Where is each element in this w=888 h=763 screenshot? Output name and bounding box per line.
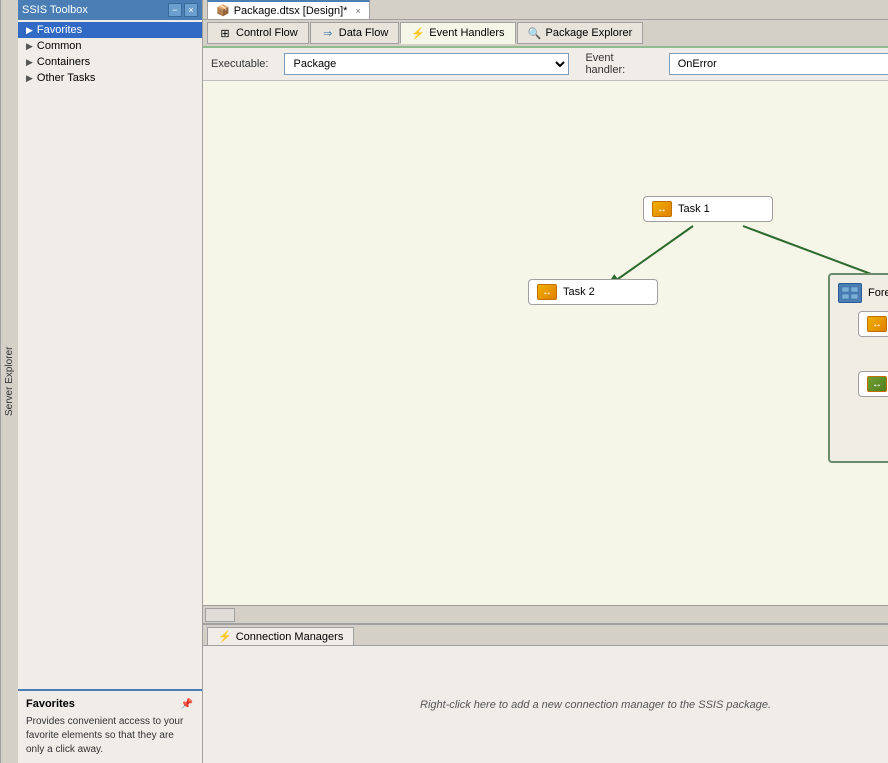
sidebar-item-containers[interactable]: ▶ Containers	[18, 54, 202, 70]
sidebar-content: ▶ Favorites ▶ Common ▶ Containers ▶ Othe…	[18, 20, 202, 689]
horizontal-scrollbar[interactable]	[203, 605, 888, 623]
task-4-icon	[867, 376, 887, 392]
task-node-4[interactable]: Task 4	[858, 371, 888, 397]
foreach-icon	[838, 283, 862, 303]
task-2-icon	[537, 284, 557, 300]
executable-select[interactable]: Package	[284, 53, 569, 75]
tab-control-flow[interactable]: ⊞ Control Flow	[207, 22, 309, 44]
sidebar-bottom-title: Favorites 📌	[26, 697, 194, 711]
sidebar-arrow-favorites: ▶	[26, 25, 33, 36]
bottom-tab-connection-managers[interactable]: ⚡ Connection Managers	[207, 627, 354, 645]
sidebar-title: SSIS Toolbox	[22, 4, 88, 16]
package-tab-close[interactable]: ×	[355, 6, 360, 16]
sidebar-bottom-title-text: Favorites	[26, 698, 75, 710]
h-scroll-thumb[interactable]	[205, 608, 235, 622]
sidebar-label-containers: Containers	[37, 56, 90, 68]
task-node-3[interactable]: Task 3	[858, 311, 888, 337]
package-tab-icon: 📦	[216, 4, 230, 17]
tab-control-flow-label: Control Flow	[236, 27, 298, 39]
left-sidebar: SSIS Toolbox − × ▶ Favorites ▶ Common ▶ …	[18, 0, 203, 763]
server-explorer-strip[interactable]: Server Explorer	[0, 0, 18, 763]
bottom-tabs: ⚡ Connection Managers	[203, 625, 888, 646]
tab-package-explorer-label: Package Explorer	[546, 27, 633, 39]
sidebar-item-favorites[interactable]: ▶ Favorites	[18, 22, 202, 38]
event-handler-icon: ⚡	[411, 26, 425, 40]
package-tab[interactable]: 📦 Package.dtsx [Design]* ×	[207, 0, 370, 19]
sidebar-arrow-common: ▶	[26, 41, 33, 52]
connection-managers-label: Connection Managers	[236, 631, 344, 643]
foreach-title: Foreach Loop Container	[838, 283, 888, 303]
sidebar-item-other-tasks[interactable]: ▶ Other Tasks	[18, 70, 202, 86]
design-tabs: ⊞ Control Flow ⇒ Data Flow ⚡ Event Handl…	[203, 20, 888, 48]
tab-event-handlers-label: Event Handlers	[429, 27, 504, 39]
task-node-1[interactable]: Task 1	[643, 196, 773, 222]
sidebar-label-other-tasks: Other Tasks	[37, 72, 96, 84]
tab-event-handlers[interactable]: ⚡ Event Handlers	[400, 22, 515, 44]
package-tab-bar: 📦 Package.dtsx [Design]* × ◄ ► ✕	[203, 0, 888, 20]
connection-managers-empty-text: Right-click here to add a new connection…	[420, 699, 771, 711]
event-handler-label: Event handler:	[585, 52, 652, 76]
sidebar-bottom-pin-btn[interactable]: 📌	[180, 697, 194, 711]
sidebar-pin-btn[interactable]: −	[168, 3, 182, 17]
sidebar-bottom-desc: Provides convenient access to your favor…	[26, 715, 194, 757]
data-flow-icon: ⇒	[321, 26, 335, 40]
sidebar-bottom: Favorites 📌 Provides convenient access t…	[18, 689, 202, 763]
main-container: Server Explorer SSIS Toolbox − × ▶ Favor…	[0, 0, 888, 763]
main-design: 📦 Package.dtsx [Design]* × ◄ ► ✕ ⊞ Contr…	[203, 0, 888, 763]
task-3-icon	[867, 316, 887, 332]
sidebar-label-common: Common	[37, 40, 82, 52]
sidebar-item-common[interactable]: ▶ Common	[18, 38, 202, 54]
canvas-and-bottom: Task 1 Task 2	[203, 81, 888, 763]
sidebar-title-controls: − ×	[168, 3, 198, 17]
control-flow-icon: ⊞	[218, 26, 232, 40]
tab-data-flow[interactable]: ⇒ Data Flow	[310, 22, 400, 44]
foreach-header: Foreach Loop Container ∧	[838, 283, 888, 303]
sidebar-arrow-containers: ▶	[26, 57, 33, 68]
content-area: Server Explorer SSIS Toolbox − × ▶ Favor…	[0, 0, 888, 763]
executable-label: Executable:	[211, 58, 268, 70]
bottom-panel: ⚡ Connection Managers Right-click here t…	[203, 623, 888, 763]
foreach-loop-container[interactable]: Foreach Loop Container ∧ Task 3	[828, 273, 888, 463]
package-explorer-icon: 🔍	[528, 26, 542, 40]
connector-svg	[203, 81, 888, 623]
tab-data-flow-label: Data Flow	[339, 27, 389, 39]
sidebar-arrow-other-tasks: ▶	[26, 73, 33, 84]
package-tab-title: Package.dtsx [Design]*	[234, 5, 348, 17]
sidebar-close-btn[interactable]: ×	[184, 3, 198, 17]
tab-package-explorer[interactable]: 🔍 Package Explorer	[517, 22, 644, 44]
foreach-container-label: Foreach Loop Container	[868, 287, 888, 299]
exec-bar: Executable: Package Event handler: OnErr…	[203, 48, 888, 81]
event-handler-select[interactable]: OnError	[669, 53, 888, 75]
task-1-icon	[652, 201, 672, 217]
design-canvas[interactable]: Task 1 Task 2	[203, 81, 888, 623]
task-1-label: Task 1	[678, 203, 710, 215]
sidebar-label-favorites: Favorites	[37, 24, 82, 36]
bottom-content[interactable]: Right-click here to add a new connection…	[203, 646, 888, 763]
connection-manager-icon: ⚡	[218, 630, 232, 643]
sidebar-title-bar: SSIS Toolbox − ×	[18, 0, 202, 20]
task-node-2[interactable]: Task 2	[528, 279, 658, 305]
task-2-label: Task 2	[563, 286, 595, 298]
